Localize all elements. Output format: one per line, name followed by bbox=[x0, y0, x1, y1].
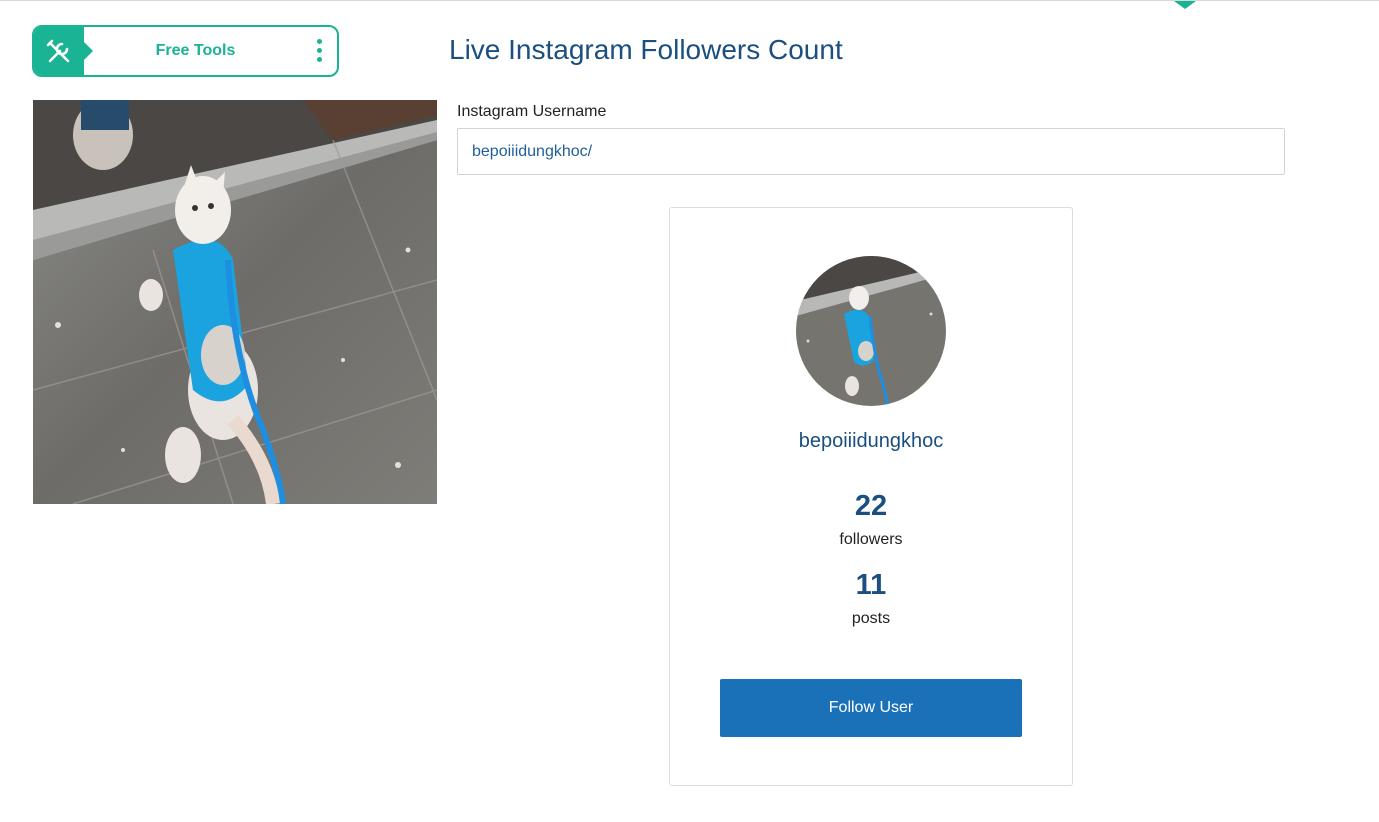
avatar bbox=[796, 256, 946, 406]
free-tools-button[interactable]: Free Tools bbox=[32, 25, 339, 77]
profile-username: bepoiiidungkhoc bbox=[798, 430, 944, 452]
tools-icon bbox=[46, 39, 70, 63]
top-divider bbox=[0, 0, 1379, 1]
free-tools-label: Free Tools bbox=[155, 42, 236, 59]
followers-count: 22 bbox=[854, 490, 888, 522]
profile-photo-large bbox=[33, 100, 437, 504]
kebab-menu-icon[interactable] bbox=[317, 39, 323, 65]
dropdown-caret-indicator bbox=[1174, 1, 1196, 9]
followers-label: followers bbox=[839, 531, 903, 548]
tools-icon-container bbox=[34, 27, 93, 75]
page-title: Live Instagram Followers Count bbox=[449, 34, 843, 65]
follow-user-button[interactable]: Follow User bbox=[720, 679, 1022, 737]
posts-count: 11 bbox=[855, 569, 887, 601]
profile-card: bepoiiidungkhoc 22 followers 11 posts Fo… bbox=[669, 207, 1073, 786]
username-input[interactable] bbox=[457, 128, 1285, 175]
username-field-label: Instagram Username bbox=[457, 103, 607, 120]
posts-label: posts bbox=[851, 610, 891, 627]
